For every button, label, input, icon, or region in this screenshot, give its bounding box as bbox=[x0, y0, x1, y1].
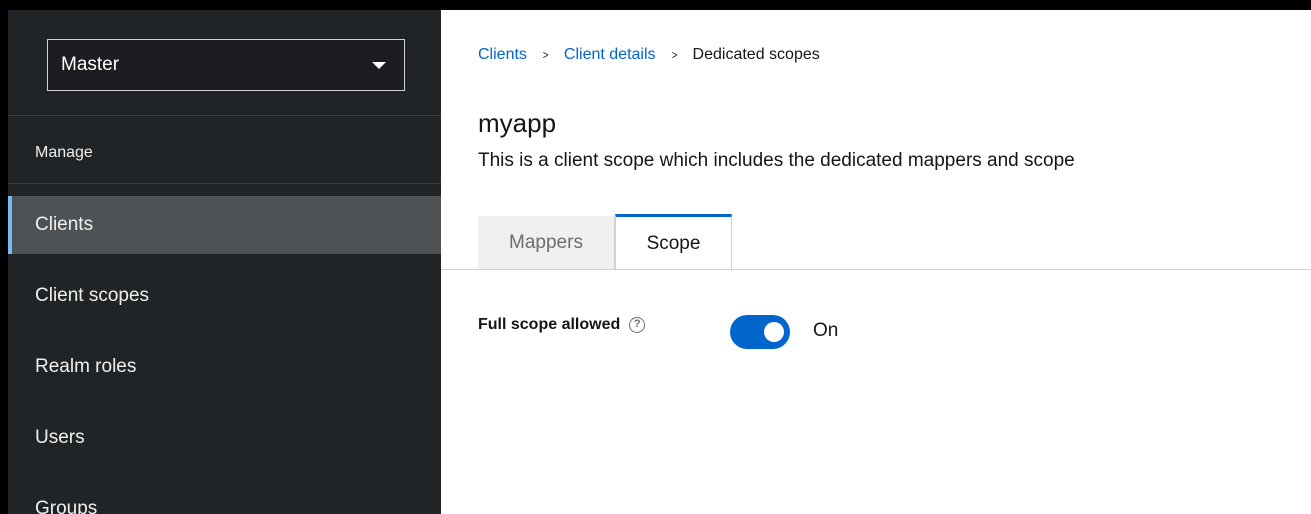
sidebar: Master Manage Clients Client scopes Real… bbox=[8, 10, 441, 514]
toggle-state-label: On bbox=[813, 320, 839, 341]
help-icon[interactable]: ? bbox=[629, 317, 646, 333]
sidebar-item-label: Realm roles bbox=[35, 356, 137, 377]
sidebar-item-groups[interactable]: Groups bbox=[8, 480, 441, 514]
sidebar-divider bbox=[8, 183, 441, 184]
sidebar-section-manage: Manage bbox=[35, 144, 93, 161]
tab-label: Scope bbox=[646, 232, 701, 254]
sidebar-item-client-scopes[interactable]: Client scopes bbox=[8, 267, 441, 325]
full-scope-toggle[interactable] bbox=[730, 315, 790, 349]
tab-mappers[interactable]: Mappers bbox=[478, 216, 615, 270]
sidebar-item-clients[interactable]: Clients bbox=[8, 196, 441, 254]
sidebar-item-label: Client scopes bbox=[35, 285, 150, 306]
page-title: myapp bbox=[478, 108, 557, 138]
breadcrumb-link-clients[interactable]: Clients bbox=[478, 46, 527, 64]
chevron-right-icon: > bbox=[671, 48, 677, 62]
field-label-text: Full scope allowed bbox=[478, 316, 621, 333]
breadcrumb-current: Dedicated scopes bbox=[692, 46, 820, 63]
page-description: This is a client scope which includes th… bbox=[478, 150, 1075, 171]
sidebar-item-label: Groups bbox=[35, 498, 98, 514]
tab-scope[interactable]: Scope bbox=[615, 214, 732, 270]
breadcrumb-link-client-details[interactable]: Client details bbox=[564, 46, 656, 64]
app-frame: Master Manage Clients Client scopes Real… bbox=[8, 10, 1311, 514]
sidebar-item-label: Users bbox=[35, 427, 85, 448]
caret-down-icon bbox=[372, 61, 386, 69]
sidebar-item-users[interactable]: Users bbox=[8, 409, 441, 467]
full-scope-allowed-label: Full scope allowed ? bbox=[478, 316, 646, 334]
tab-label: Mappers bbox=[509, 232, 583, 253]
main-content: Clients > Client details > Dedicated sco… bbox=[441, 10, 1311, 514]
sidebar-divider bbox=[8, 115, 441, 116]
sidebar-item-label: Clients bbox=[35, 214, 94, 235]
sidebar-item-realm-roles[interactable]: Realm roles bbox=[8, 338, 441, 396]
realm-selector[interactable]: Master bbox=[47, 39, 405, 91]
toggle-knob bbox=[764, 322, 784, 342]
breadcrumb: Clients > Client details > Dedicated sco… bbox=[478, 46, 820, 64]
chevron-right-icon: > bbox=[542, 48, 549, 62]
realm-selector-value: Master bbox=[61, 54, 120, 75]
tabs-divider bbox=[441, 269, 1311, 270]
